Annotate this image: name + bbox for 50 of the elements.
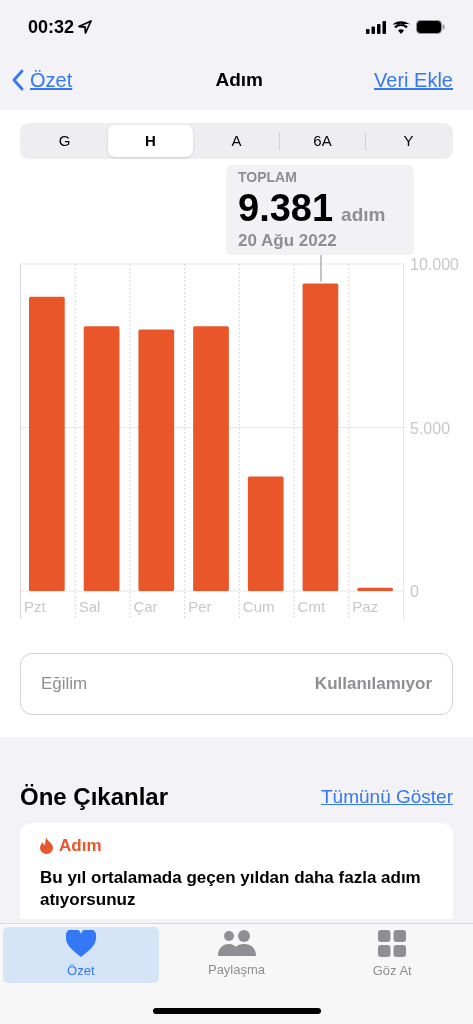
bar[interactable]: [357, 587, 393, 591]
show-all-link[interactable]: Tümünü Göster: [321, 782, 453, 812]
chevron-left-icon: [12, 69, 24, 91]
axis-label: Paz: [352, 598, 379, 615]
add-data-link[interactable]: Veri Ekle: [374, 65, 461, 95]
axis-label: Per: [188, 598, 212, 615]
axis-label: 0: [410, 583, 419, 600]
signal-icon: [366, 20, 386, 34]
axis-label: 10.000: [410, 256, 459, 273]
grid-icon: [378, 929, 407, 957]
trend-row[interactable]: Eğilim Kullanılamıyor: [20, 653, 453, 715]
axis-label: Cmt: [297, 598, 326, 615]
axis-label: Sal: [78, 598, 101, 615]
tooltip-value: 9.381: [238, 186, 334, 230]
segment-tab[interactable]: 6A: [280, 125, 365, 157]
trend-value: Kullanılamıyor: [314, 673, 432, 696]
heart-icon: [65, 929, 96, 957]
axis-label: Cum: [242, 598, 275, 615]
bar[interactable]: [29, 296, 65, 591]
status-time: 00:32: [28, 15, 75, 39]
flame-icon: [40, 837, 53, 855]
segment-tab[interactable]: H: [108, 125, 193, 157]
bar[interactable]: [83, 326, 120, 591]
segment-tab[interactable]: Y: [366, 125, 451, 157]
battery-icon: [416, 20, 445, 34]
tab-bar-item[interactable]: Paylaşma: [158, 927, 315, 983]
leader-line: [320, 255, 322, 283]
tooltip-date: 20 Ağu 2022: [238, 230, 338, 252]
card-category: Adım: [59, 835, 102, 857]
tab-bar-item[interactable]: Göz At: [314, 927, 470, 983]
tooltip-label: TOPLAM: [238, 168, 298, 186]
nav-title: Adım: [214, 67, 263, 92]
tab-bar-item[interactable]: Özet: [3, 927, 159, 983]
axis-label: 5.000: [410, 419, 451, 437]
axis-label: Pzt: [24, 598, 46, 615]
segment-tab[interactable]: A: [194, 125, 279, 157]
bar[interactable]: [138, 329, 175, 591]
segment-tab[interactable]: G: [22, 125, 107, 157]
wifi-icon: [392, 20, 410, 34]
bar[interactable]: [302, 283, 339, 591]
axis-label: Çar: [133, 598, 158, 615]
highlight-card[interactable]: Adım Bu yıl ortalamada geçen yıldan daha fazla adım atıyorsunuz: [20, 823, 453, 919]
people-icon: [216, 930, 257, 957]
tooltip-unit: adım: [341, 203, 386, 227]
trend-label: Eğilim: [41, 673, 88, 696]
bar[interactable]: [247, 476, 284, 591]
section-title: Öne Çıkanlar: [20, 782, 169, 812]
highlight-text: Bu yıl ortalamada geçen yıldan daha fazla adım atıyorsunuz: [40, 866, 422, 911]
back-link[interactable]: Özet: [12, 65, 73, 95]
location-arrow-icon: [78, 20, 93, 34]
